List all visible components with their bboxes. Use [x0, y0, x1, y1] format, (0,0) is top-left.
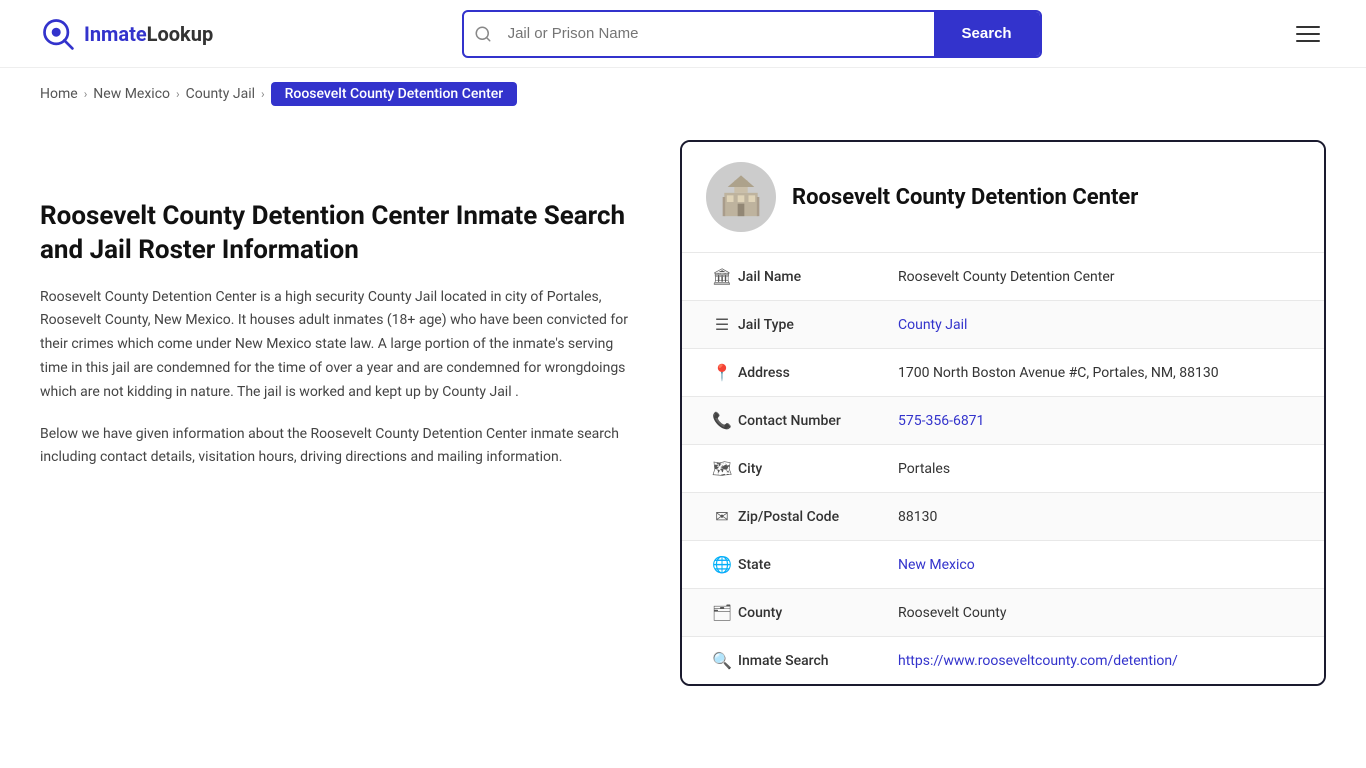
info-row-jail-name: 🏛 Jail Name Roosevelt County Detention C… [682, 252, 1324, 300]
search-button[interactable]: Search [934, 12, 1040, 56]
value-inmate-search: https://www.rooseveltcounty.com/detentio… [898, 653, 1300, 669]
value-zip: 88130 [898, 509, 1300, 525]
label-jail-type: Jail Type [738, 317, 898, 333]
info-row-county: 🗂 County Roosevelt County [682, 588, 1324, 636]
page-description-1: Roosevelt County Detention Center is a h… [40, 286, 630, 405]
label-inmate-search: Inmate Search [738, 653, 898, 669]
breadcrumb-chevron-1: › [84, 87, 88, 101]
label-county: County [738, 605, 898, 621]
location-icon: 📍 [706, 363, 738, 382]
inmate-search-link[interactable]: https://www.rooseveltcounty.com/detentio… [898, 653, 1178, 669]
value-county: Roosevelt County [898, 605, 1300, 621]
label-state: State [738, 557, 898, 573]
card-facility-name: Roosevelt County Detention Center [792, 185, 1138, 210]
info-row-state: 🌐 State New Mexico [682, 540, 1324, 588]
breadcrumb-state[interactable]: New Mexico [93, 86, 170, 102]
value-state: New Mexico [898, 557, 1300, 573]
info-rows: 🏛 Jail Name Roosevelt County Detention C… [682, 252, 1324, 684]
value-jail-type: County Jail [898, 317, 1300, 333]
breadcrumb-type[interactable]: County Jail [186, 86, 255, 102]
jail-type-link[interactable]: County Jail [898, 317, 967, 333]
breadcrumb: Home › New Mexico › County Jail › Roosev… [0, 68, 1366, 120]
logo-icon [40, 16, 76, 52]
search-wrapper: Search [462, 10, 1042, 58]
logo-text: InmateLookup [84, 22, 213, 46]
info-row-contact: 📞 Contact Number 575-356-6871 [682, 396, 1324, 444]
hamburger-line1 [1296, 26, 1320, 28]
page-title: Roosevelt County Detention Center Inmate… [40, 200, 630, 268]
card-header: Roosevelt County Detention Center [682, 142, 1324, 252]
info-row-jail-type: ☰ Jail Type County Jail [682, 300, 1324, 348]
breadcrumb-chevron-2: › [176, 87, 180, 101]
label-jail-name: Jail Name [738, 269, 898, 285]
zip-icon: ✉ [706, 507, 738, 526]
page-description-2: Below we have given information about th… [40, 423, 630, 471]
breadcrumb-home[interactable]: Home [40, 86, 78, 102]
value-city: Portales [898, 461, 1300, 477]
facility-image [706, 162, 776, 232]
label-address: Address [738, 365, 898, 381]
info-row-city: 🗺 City Portales [682, 444, 1324, 492]
label-zip: Zip/Postal Code [738, 509, 898, 525]
value-address: 1700 North Boston Avenue #C, Portales, N… [898, 365, 1300, 381]
hamburger-line3 [1296, 40, 1320, 42]
info-row-address: 📍 Address 1700 North Boston Avenue #C, P… [682, 348, 1324, 396]
label-city: City [738, 461, 898, 477]
list-icon: ☰ [706, 315, 738, 334]
info-row-inmate-search: 🔍 Inmate Search https://www.rooseveltcou… [682, 636, 1324, 684]
main-content: Roosevelt County Detention Center Inmate… [0, 120, 1366, 726]
search-input[interactable] [502, 15, 934, 52]
county-icon: 🗂 [706, 603, 738, 622]
info-card: Roosevelt County Detention Center 🏛 Jail… [680, 140, 1326, 686]
breadcrumb-chevron-3: › [261, 87, 265, 101]
logo-link[interactable]: InmateLookup [40, 16, 213, 52]
state-icon: 🌐 [706, 555, 738, 574]
search-area: Search [462, 10, 1042, 58]
value-jail-name: Roosevelt County Detention Center [898, 269, 1300, 285]
site-header: InmateLookup Search [0, 0, 1366, 68]
phone-icon: 📞 [706, 411, 738, 430]
contact-link[interactable]: 575-356-6871 [898, 413, 984, 429]
label-contact: Contact Number [738, 413, 898, 429]
inmate-search-icon: 🔍 [706, 651, 738, 670]
hamburger-line2 [1296, 33, 1320, 35]
state-link[interactable]: New Mexico [898, 557, 975, 573]
left-column: Roosevelt County Detention Center Inmate… [40, 140, 680, 470]
jail-icon: 🏛 [706, 267, 738, 286]
city-icon: 🗺 [706, 459, 738, 478]
hamburger-menu[interactable] [1290, 20, 1326, 48]
right-column: Roosevelt County Detention Center 🏛 Jail… [680, 140, 1326, 686]
search-icon [464, 25, 502, 43]
breadcrumb-current: Roosevelt County Detention Center [271, 82, 518, 106]
info-row-zip: ✉ Zip/Postal Code 88130 [682, 492, 1324, 540]
value-contact: 575-356-6871 [898, 413, 1300, 429]
